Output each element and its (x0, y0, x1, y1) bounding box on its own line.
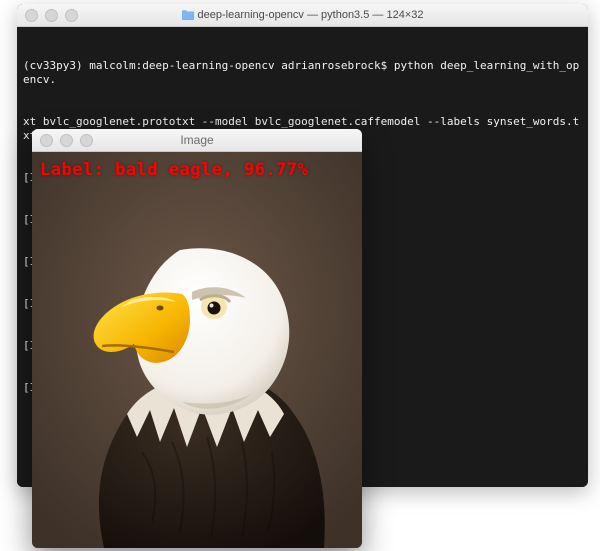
close-icon[interactable] (40, 134, 53, 147)
terminal-titlebar[interactable]: deep-learning-opencv — python3.5 — 124×3… (17, 4, 588, 27)
terminal-title-text: deep-learning-opencv — python3.5 — 124×3… (198, 9, 424, 21)
terminal-line: (cv33py3) malcolm:deep-learning-opencv a… (23, 59, 582, 87)
folder-icon (182, 10, 194, 20)
terminal-title: deep-learning-opencv — python3.5 — 124×3… (182, 9, 424, 21)
traffic-lights (40, 134, 93, 147)
image-body: Label: bald eagle, 96.77% (32, 152, 362, 548)
close-icon[interactable] (25, 9, 38, 22)
image-titlebar[interactable]: Image (32, 129, 362, 152)
minimize-icon[interactable] (45, 9, 58, 22)
image-window: Image (32, 129, 362, 548)
bald-eagle-image (32, 152, 362, 548)
traffic-lights (25, 9, 78, 22)
classification-overlay-label: Label: bald eagle, 96.77% (40, 160, 308, 180)
image-window-title: Image (180, 133, 213, 147)
maximize-icon[interactable] (80, 134, 93, 147)
minimize-icon[interactable] (60, 134, 73, 147)
maximize-icon[interactable] (65, 9, 78, 22)
